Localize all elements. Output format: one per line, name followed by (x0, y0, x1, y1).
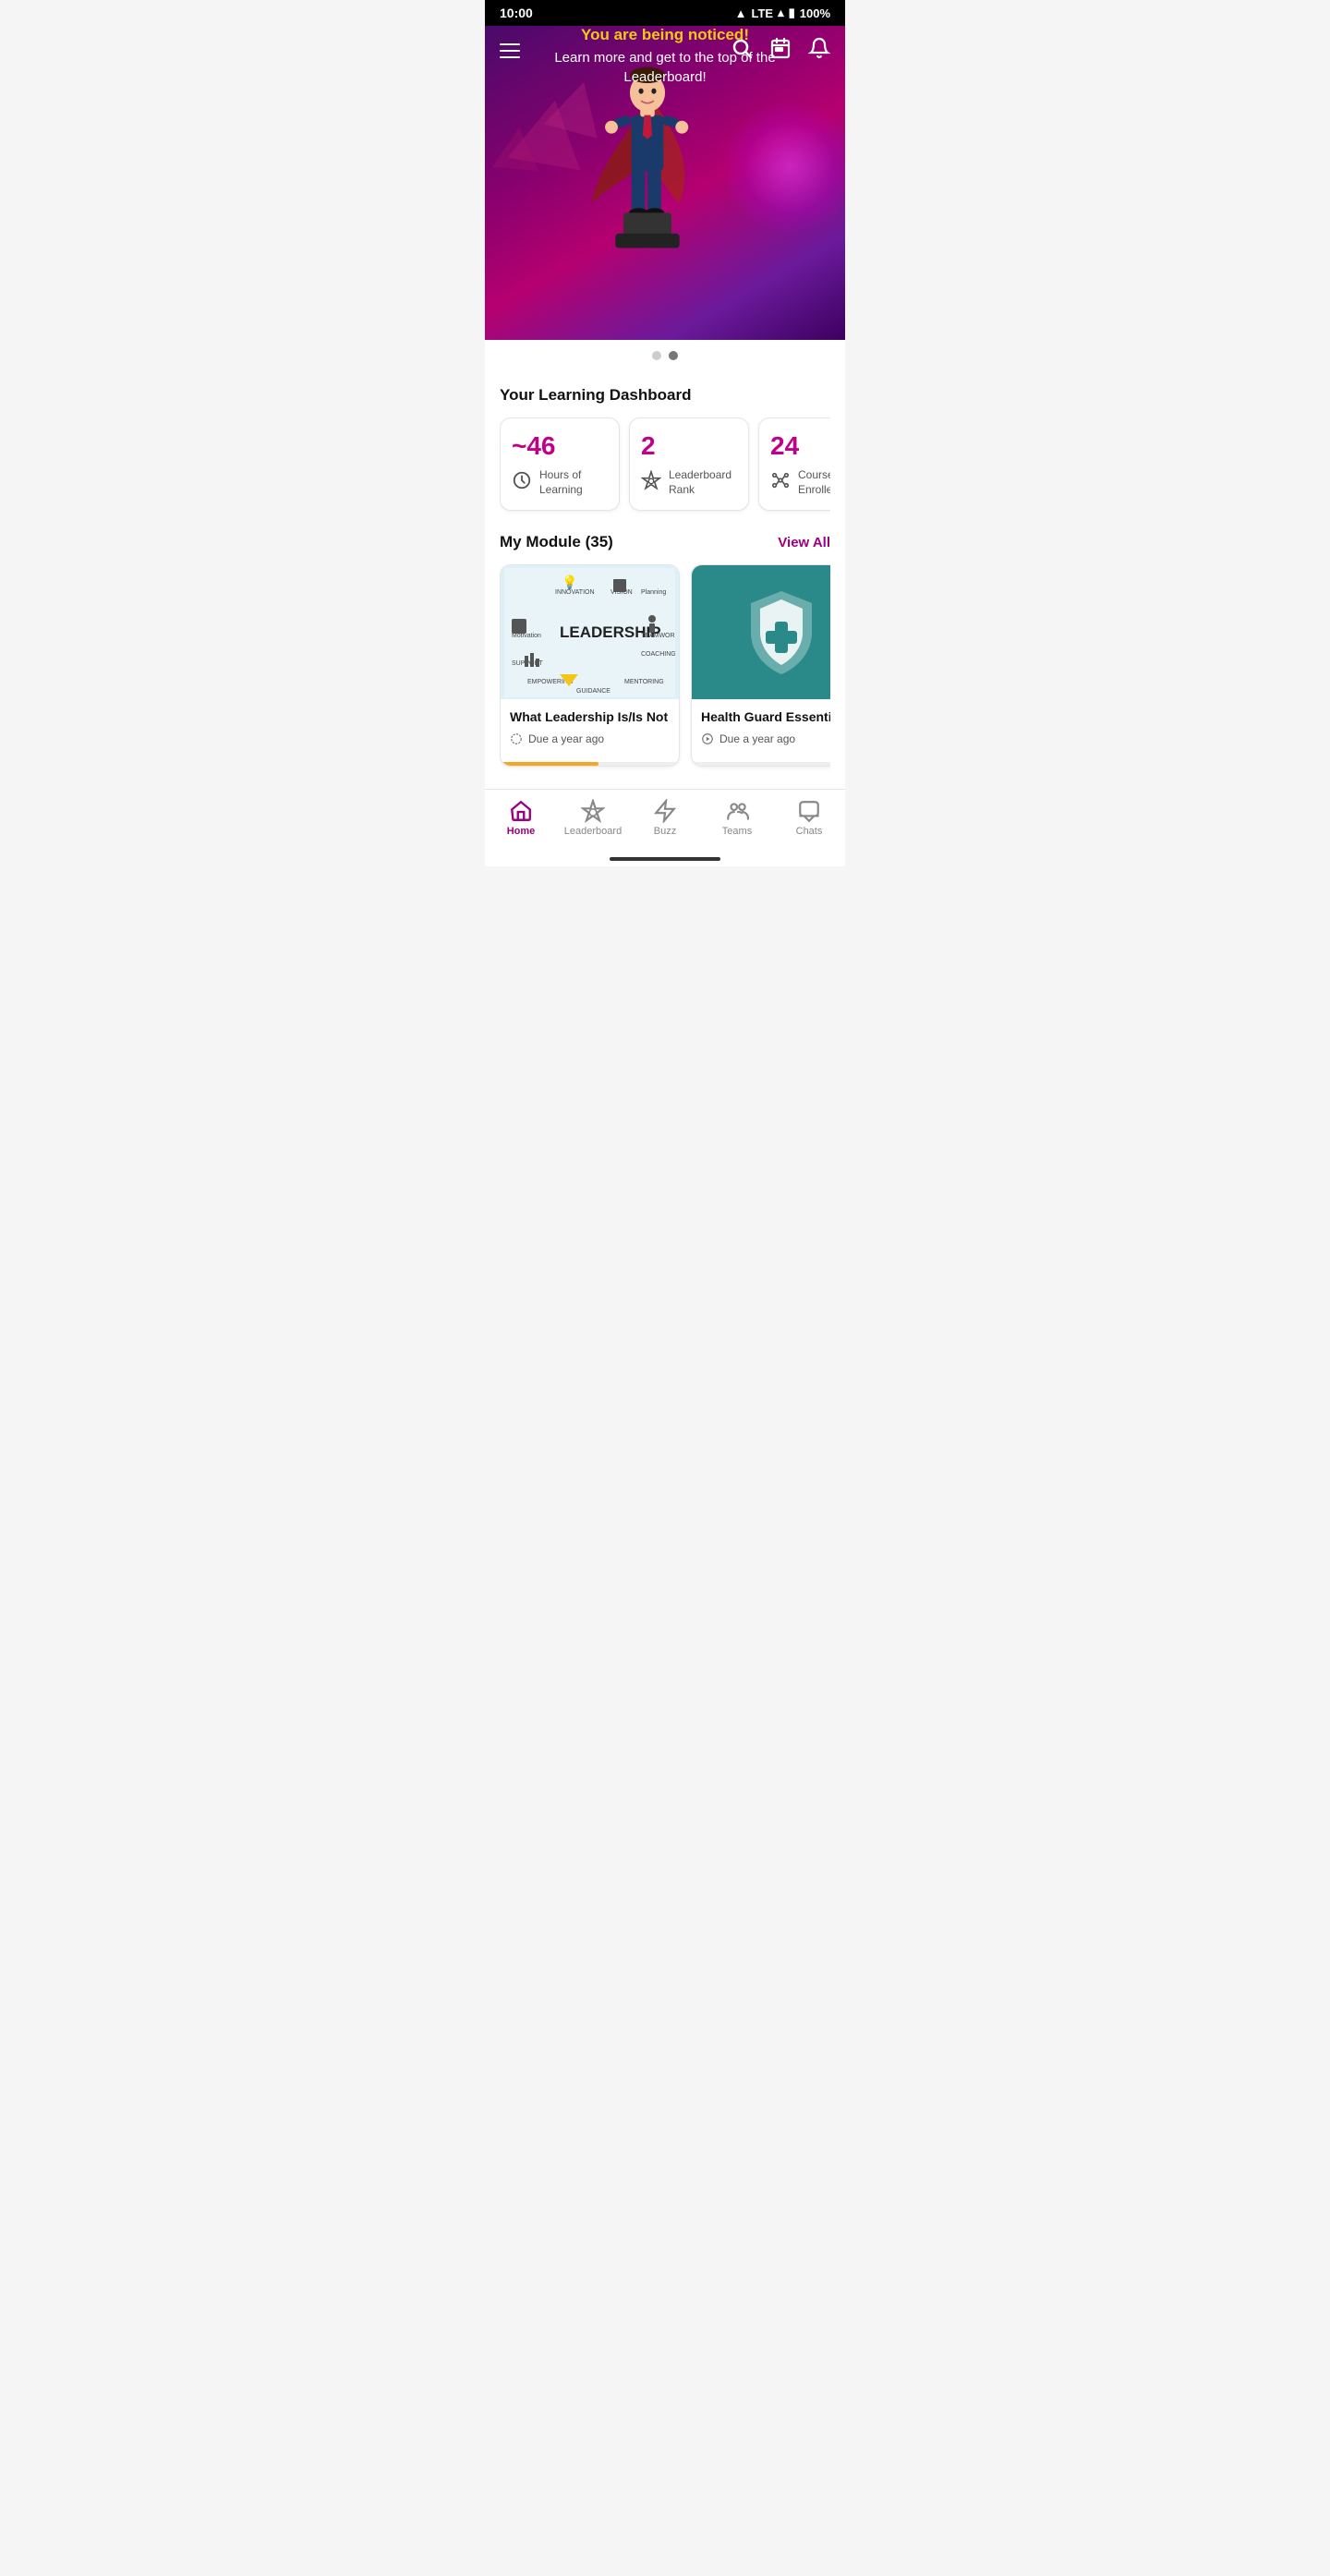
health-due: Due a year ago (701, 732, 830, 745)
svg-text:COACHING: COACHING (641, 651, 675, 658)
dashboard-title: Your Learning Dashboard (500, 386, 830, 405)
courses-label: Courses Enrolled (798, 468, 830, 497)
svg-text:INNOVATION: INNOVATION (555, 589, 595, 596)
progress-bar-fill (501, 762, 598, 766)
search-icon[interactable] (731, 37, 753, 65)
hamburger-menu[interactable] (500, 43, 520, 58)
nav-home[interactable]: Home (485, 799, 557, 837)
leadership-card[interactable]: Motivation INNOVATION 💡 VISION Planning … (500, 564, 680, 767)
battery-icon: ▮ (789, 6, 795, 20)
buzz-label: Buzz (654, 826, 676, 837)
courses-card: 24 (758, 417, 830, 511)
courses-value: 24 (770, 431, 830, 461)
hero-banner: You are being noticed! Learn more and ge… (485, 26, 845, 340)
status-bar: 10:00 ▲ LTE ▴ ▮ 100% (485, 0, 845, 26)
trophy-icon (581, 799, 605, 823)
hours-card: ~46 Hours of Learning (500, 417, 620, 511)
leadership-due-label: Due a year ago (528, 732, 604, 745)
leaderboard-icon (641, 470, 661, 495)
notification-icon[interactable] (808, 37, 830, 65)
hours-label: Hours of Learning (539, 468, 608, 497)
dashboard-section: Your Learning Dashboard ~46 Hours of Lea… (500, 386, 830, 514)
health-progress-container (692, 762, 830, 766)
leadership-img: Motivation INNOVATION 💡 VISION Planning … (501, 565, 679, 699)
nav-chats[interactable]: Chats (773, 799, 845, 837)
rank-card: 2 Leaderboard Rank (629, 417, 749, 511)
module-count: (35) (586, 533, 613, 550)
wifi-icon: ▲ (735, 6, 747, 20)
health-card[interactable]: Health Guard Essentials Due a year ago (691, 564, 830, 767)
svg-text:Planning: Planning (641, 589, 666, 596)
bulb-glow (725, 103, 845, 232)
battery-label: 100% (800, 6, 830, 20)
calendar-icon[interactable] (769, 37, 792, 65)
main-content: Your Learning Dashboard ~46 Hours of Lea… (485, 371, 845, 789)
leaderboard-label: Leaderboard (564, 826, 622, 837)
leadership-card-title: What Leadership Is/Is Not (510, 708, 670, 725)
status-right: ▲ LTE ▴ ▮ 100% (735, 6, 830, 20)
home-indicator (485, 852, 845, 866)
play-circle-icon (701, 732, 714, 745)
module-title: My Module (35) (500, 533, 613, 551)
progress-bar-container (501, 762, 679, 766)
dot-2[interactable] (669, 351, 678, 360)
home-icon (509, 799, 533, 823)
dot-1[interactable] (652, 351, 661, 360)
lte-label: LTE (751, 6, 773, 20)
carousel-dots (485, 340, 845, 371)
team-icon (725, 799, 749, 823)
health-due-label: Due a year ago (719, 732, 795, 745)
bolt-icon (653, 799, 677, 823)
svg-text:MENTORING: MENTORING (624, 679, 664, 685)
shield-svg (740, 587, 823, 679)
module-cards: Motivation INNOVATION 💡 VISION Planning … (500, 564, 830, 774)
chat-icon (797, 799, 821, 823)
rank-value: 2 (641, 431, 737, 461)
svg-text:TEAMWORK: TEAMWORK (641, 633, 675, 639)
health-img (692, 565, 830, 699)
due-circle-icon (510, 732, 523, 745)
home-bar (610, 857, 720, 861)
signal-icon: ▴ (778, 6, 784, 20)
leadership-due: Due a year ago (510, 732, 670, 745)
view-all-button[interactable]: View All (778, 535, 830, 550)
dashboard-cards: ~46 Hours of Learning 2 (500, 417, 830, 514)
bottom-nav: Home Leaderboard Buzz Teams Chats (485, 789, 845, 852)
home-label: Home (507, 826, 536, 837)
nav-icons (731, 37, 830, 65)
svg-text:GUIDANCE: GUIDANCE (576, 688, 611, 695)
top-nav (485, 26, 845, 76)
network-icon (770, 470, 791, 495)
nav-buzz[interactable]: Buzz (629, 799, 701, 837)
hours-value: ~46 (512, 431, 608, 461)
health-card-title: Health Guard Essentials (701, 708, 830, 725)
rank-label: Leaderboard Rank (669, 468, 737, 497)
svg-text:Motivation: Motivation (512, 633, 541, 639)
nav-leaderboard[interactable]: Leaderboard (557, 799, 629, 837)
module-header: My Module (35) View All (500, 533, 830, 551)
teams-label: Teams (722, 826, 752, 837)
leadership-svg: Motivation INNOVATION 💡 VISION Planning … (504, 568, 675, 697)
time: 10:00 (500, 6, 533, 20)
svg-text:💡: 💡 (562, 574, 577, 590)
clock-icon (512, 470, 532, 495)
modules-section: My Module (35) View All Motivation (500, 533, 830, 774)
nav-teams[interactable]: Teams (701, 799, 773, 837)
health-card-body: Health Guard Essentials Due a year ago (692, 699, 830, 766)
chats-label: Chats (796, 826, 823, 837)
leadership-card-body: What Leadership Is/Is Not Due a year ago (501, 699, 679, 766)
